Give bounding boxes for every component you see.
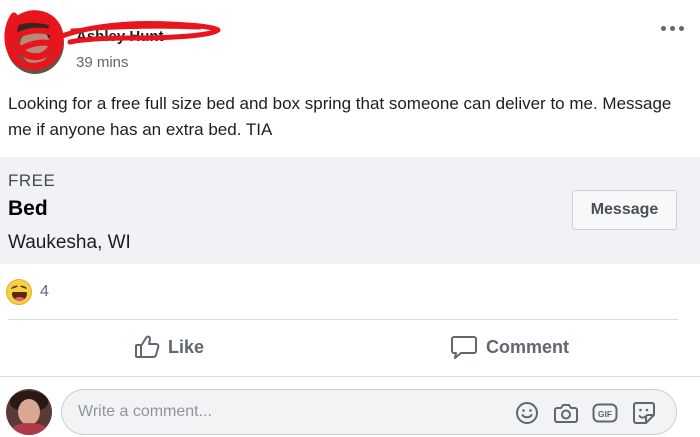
comment-button[interactable]: Comment xyxy=(450,330,569,364)
thumbs-up-icon xyxy=(135,335,160,358)
listing-title: Bed xyxy=(8,197,48,220)
more-options-icon[interactable] xyxy=(652,18,692,38)
post-card: Ashley Hunt 39 mins Looking for a free f… xyxy=(0,0,700,437)
divider xyxy=(8,319,678,320)
redaction-scribble xyxy=(4,10,221,70)
haha-emoji-icon xyxy=(6,279,32,305)
divider xyxy=(0,376,700,377)
reactions-summary[interactable]: 4 xyxy=(6,279,49,305)
like-label: Like xyxy=(168,336,205,357)
reaction-count: 4 xyxy=(40,283,49,300)
marketplace-listing[interactable]: FREE Bed Waukesha, WI Message xyxy=(0,157,700,264)
listing-location: Waukesha, WI xyxy=(8,232,131,253)
message-seller-button[interactable]: Message xyxy=(572,190,677,230)
post-header: Ashley Hunt 39 mins xyxy=(0,0,700,84)
emoji-icon[interactable] xyxy=(514,400,540,426)
camera-icon[interactable] xyxy=(553,400,579,426)
composer-icons: GIF xyxy=(514,400,657,426)
commenter-avatar[interactable] xyxy=(6,389,52,435)
comment-composer[interactable]: GIF xyxy=(61,389,677,435)
comment-label: Comment xyxy=(486,336,570,357)
post-timestamp[interactable]: 39 mins xyxy=(76,54,129,71)
listing-price-tag: FREE xyxy=(8,171,56,190)
speech-bubble-icon xyxy=(451,336,477,359)
gif-icon[interactable]: GIF xyxy=(592,400,618,426)
sticker-icon[interactable] xyxy=(631,400,657,426)
svg-text:GIF: GIF xyxy=(598,409,612,419)
like-button[interactable]: Like xyxy=(134,330,204,364)
post-text: Looking for a free full size bed and box… xyxy=(8,94,672,139)
comment-input[interactable] xyxy=(78,390,498,434)
